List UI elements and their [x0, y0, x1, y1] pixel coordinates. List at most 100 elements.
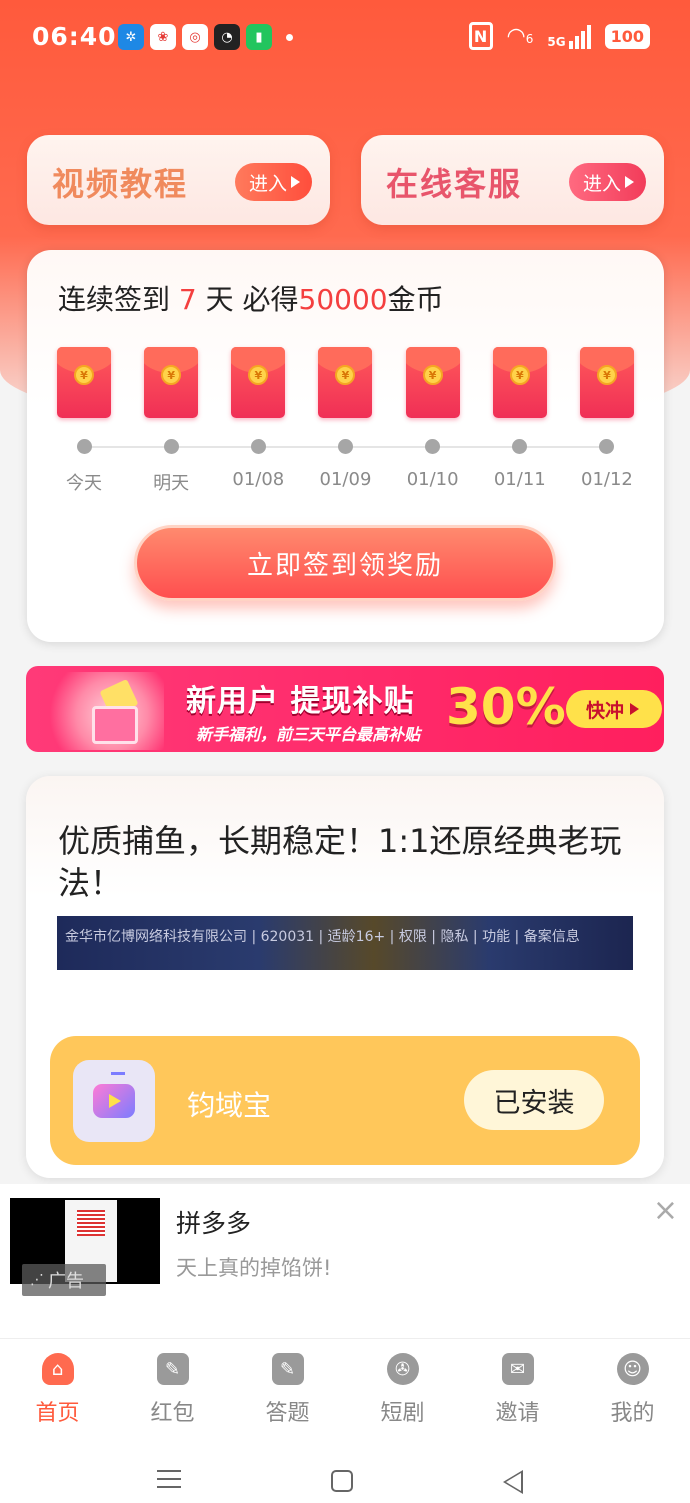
day-dot: [76, 439, 92, 454]
checkin-day: 01/12: [580, 439, 634, 495]
film-reel-icon: ✇: [386, 1353, 419, 1385]
day-label: 01/09: [319, 469, 372, 490]
wifi-icon: ◠6: [506, 23, 534, 49]
day-dot: [512, 439, 528, 454]
red-envelope-icon[interactable]: ¥: [231, 347, 286, 418]
bottom-navigation: ⌂ 首页 ✎ 红包 ✎ 答题 ✇ 短剧 ✉ 邀请 ☺ 我的: [0, 1338, 690, 1434]
checkin-days: 7: [178, 283, 197, 316]
gift-box-icon: [92, 706, 138, 744]
nav-short-drama[interactable]: ✇ 短剧: [345, 1339, 460, 1434]
red-envelope-icon[interactable]: ¥: [57, 347, 111, 418]
red-envelope-icon[interactable]: ¥: [318, 347, 373, 418]
day-dot: [337, 439, 353, 454]
installed-button[interactable]: 已安装: [464, 1070, 604, 1130]
nav-label: 邀请: [495, 1401, 540, 1426]
nav-label: 答题: [265, 1401, 310, 1426]
home-button-icon[interactable]: [331, 1470, 353, 1492]
ad-brand-icon: ⋰: [30, 1272, 44, 1288]
nav-red-packet[interactable]: ✎ 红包: [115, 1339, 230, 1434]
wifi-label: 6: [525, 31, 534, 46]
play-arrow-icon: [630, 703, 640, 715]
checkin-day: 01/08: [231, 439, 285, 495]
enter-label: 进入: [582, 172, 621, 195]
weibo-icon: ◎: [182, 24, 208, 50]
qq-icon: ◔: [214, 24, 240, 50]
yuan-coin-icon: ¥: [74, 365, 94, 385]
red-envelope-icon[interactable]: ¥: [144, 347, 199, 418]
yuan-coin-icon: ¥: [335, 365, 356, 385]
nav-home[interactable]: ⌂ 首页: [0, 1339, 115, 1434]
online-service-card[interactable]: 在线客服 进入: [361, 135, 664, 225]
nfc-icon: N: [468, 22, 493, 50]
checkin-day: 01/09: [318, 439, 372, 495]
nav-label: 我的: [610, 1401, 655, 1426]
pinwheel-app-icon: ✲: [118, 24, 144, 50]
game-preview-image[interactable]: 金华市亿博网络科技有限公司 | 620031 | 适龄16+ | 权限 | 隐私…: [57, 916, 633, 970]
recent-apps-icon[interactable]: [157, 1470, 181, 1488]
banner-headline: 新用户 提现补贴: [186, 684, 415, 719]
signal-group: 5G: [547, 23, 591, 49]
day-label: 01/12: [581, 469, 633, 490]
network-type: 5G: [547, 35, 566, 49]
day-dot: [599, 439, 615, 454]
system-status: N ◠6 5G 100: [468, 22, 650, 50]
status-time: 06:40: [32, 22, 117, 51]
game-title: 优质捕鱼，长期稳定！1:1还原经典老玩法！: [58, 822, 622, 902]
system-navigation-bar: [0, 1434, 690, 1503]
day-label: 01/11: [493, 469, 546, 490]
home-icon: ⌂: [41, 1353, 74, 1385]
quiz-icon: ✎: [271, 1353, 304, 1385]
more-notifications-dot: [286, 33, 293, 41]
checkin-days-row: 今天 明天 01/08 01/09 01/10 01/11 01/12: [57, 439, 634, 495]
ad-tag-label: 广告: [48, 1271, 84, 1292]
game-company-info: 金华市亿博网络科技有限公司 | 620031 | 适龄16+ | 权限 | 隐私…: [65, 929, 580, 945]
video-tutorial-enter-button[interactable]: 进入: [234, 163, 312, 201]
banner-go-label: 快冲: [586, 699, 625, 722]
checkin-day: 01/10: [406, 439, 460, 495]
day-label: 明天: [153, 473, 190, 494]
online-service-title: 在线客服: [386, 165, 523, 203]
back-icon[interactable]: [503, 1470, 523, 1494]
red-envelope-row: ¥ ¥ ¥ ¥ ¥ ¥ ¥: [57, 347, 634, 418]
online-service-enter-button[interactable]: 进入: [568, 163, 646, 201]
nav-label: 短剧: [380, 1401, 425, 1426]
gift-illustration: [34, 672, 164, 750]
ad-screenshot-content: [77, 1210, 105, 1236]
signin-reward-button[interactable]: 立即签到领奖励: [134, 525, 556, 601]
banner-go-button[interactable]: 快冲: [566, 690, 662, 728]
app-install-bar[interactable]: 钧域宝 已安装: [50, 1036, 640, 1165]
app-icon: [73, 1060, 155, 1142]
day-dot: [250, 439, 266, 454]
red-envelope-icon[interactable]: ¥: [579, 347, 634, 418]
enter-label: 进入: [248, 172, 287, 195]
video-tutorial-card[interactable]: 视频教程 进入: [27, 135, 330, 225]
play-arrow-icon: [625, 176, 634, 188]
profile-icon: ☺: [616, 1353, 649, 1385]
day-label: 01/10: [406, 469, 459, 490]
yuan-coin-icon: ¥: [422, 365, 443, 385]
banner-percent: 30%: [446, 678, 566, 736]
nav-quiz[interactable]: ✎ 答题: [230, 1339, 345, 1434]
yuan-coin-icon: ¥: [161, 365, 182, 385]
ad-thumbnail: ⋰ 广告: [10, 1198, 160, 1296]
checkin-coins: 50000: [298, 283, 388, 316]
close-icon[interactable]: ×: [653, 1196, 678, 1226]
nav-invite[interactable]: ✉ 邀请: [460, 1339, 575, 1434]
invite-icon: ✉: [501, 1353, 534, 1385]
checkin-title-middle: 天 必得: [196, 283, 299, 316]
red-envelope-icon[interactable]: ¥: [492, 347, 547, 418]
signal-icon: [568, 23, 591, 49]
nav-profile[interactable]: ☺ 我的: [575, 1339, 690, 1434]
yuan-coin-icon: ¥: [596, 365, 617, 385]
yuan-coin-icon: ¥: [248, 365, 269, 385]
ad-title: 拼多多: [176, 1209, 252, 1238]
checkin-day: 01/11: [493, 439, 547, 495]
checkin-card: 连续签到 7 天 必得50000金币 ¥ ¥ ¥ ¥ ¥ ¥ ¥ 今天 明天 0…: [27, 250, 664, 642]
nav-label: 首页: [35, 1401, 80, 1426]
lucky-app-icon: ❀: [150, 24, 176, 50]
notification-icons: ✲ ❀ ◎ ◔ ▮: [118, 24, 293, 50]
pinduoduo-ad[interactable]: ⋰ 广告 拼多多 天上真的掉馅饼! ×: [0, 1184, 690, 1338]
red-envelope-icon[interactable]: ¥: [405, 347, 460, 418]
new-user-promo-banner[interactable]: 新用户 提现补贴 新手福利，前三天平台最高补贴 30% 快冲: [26, 666, 664, 752]
tv-play-icon: [93, 1084, 135, 1118]
